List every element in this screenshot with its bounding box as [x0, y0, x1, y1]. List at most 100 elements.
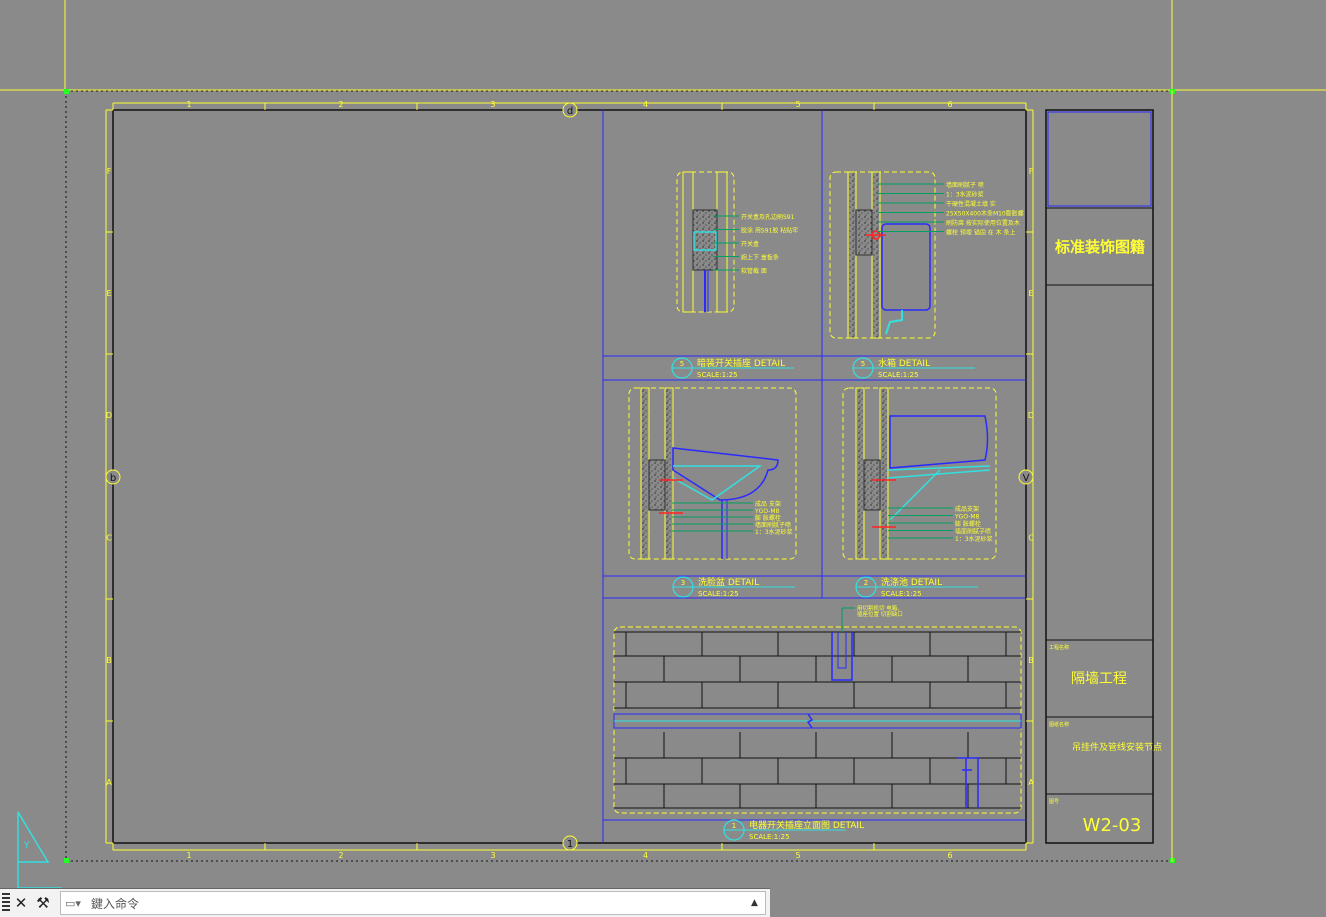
marker-bottom: 1: [562, 835, 578, 851]
detail-scale: SCALE:1:25: [697, 371, 738, 379]
detail-title-tag: 3 洗脸盆 DETAIL SCALE:1:25: [672, 576, 795, 598]
detail-number: 5: [861, 360, 865, 368]
detail-title-tag: 5 暗装开关插座 DETAIL SCALE:1:25: [671, 357, 794, 379]
note-text: 25X50X400木条M10膨胀螺: [946, 210, 1024, 218]
row-label: C: [1028, 534, 1034, 543]
svg-text:V: V: [1023, 473, 1030, 484]
note-text: 成品 支架: [755, 500, 781, 508]
detail-scale: SCALE:1:25: [878, 371, 919, 379]
svg-text:1: 1: [567, 839, 573, 850]
detail-title: 暗装开关插座 DETAIL: [697, 357, 785, 369]
note-text: 螺栓 预埋 锚固 在 木 条上: [946, 229, 1016, 237]
col-label: 5: [795, 100, 800, 109]
close-icon[interactable]: ✕: [10, 891, 32, 915]
note-text: 1：3水泥砂浆: [946, 191, 984, 199]
note-text: 膨 胀螺栓: [955, 520, 981, 528]
note-text: 干硬性混凝土填 实: [946, 200, 996, 208]
detail-number: 1: [732, 822, 736, 830]
history-arrow-icon[interactable]: ▲: [751, 898, 765, 908]
prompt-icon[interactable]: ▭▾: [61, 897, 91, 910]
row-label: E: [106, 289, 111, 298]
detail-sink-notes: 成品支架YGO-M8膨 胀螺栓墙面刷腻子喷1：3水泥砂浆: [888, 505, 993, 543]
marker-left: b: [105, 469, 121, 485]
title-block-project-label: 工程名称: [1049, 644, 1069, 651]
col-label: 3: [490, 851, 495, 860]
col-label: 6: [947, 100, 952, 109]
ucs-icon: Y: [17, 811, 62, 889]
title-block-drawing: 吊挂件及管线安装节点: [1072, 741, 1162, 753]
col-label: 3: [490, 100, 495, 109]
note-text: 开关盒及孔边刷S91: [741, 213, 795, 221]
note-text: YGO-M8: [954, 514, 980, 521]
detail-elevation-drawing: [613, 626, 1022, 814]
note-text: 成品支架: [955, 505, 979, 513]
command-input[interactable]: ▭▾ 鍵入命令 ▲: [60, 891, 766, 915]
detail-scale: SCALE:1:25: [698, 590, 739, 598]
marker-right: V: [1018, 469, 1034, 485]
title-block-number-label: 图号: [1049, 799, 1059, 805]
note-text: 1：3水泥砂浆: [955, 535, 993, 543]
note-text: 开关盒: [741, 240, 759, 248]
svg-text:b: b: [110, 473, 116, 484]
row-label: D: [106, 411, 112, 420]
note-text: YGO-M8: [754, 508, 780, 515]
note-text: 墙面刷腻子 喷: [946, 181, 984, 189]
page-extent-lines: [0, 0, 1326, 91]
row-label: D: [1028, 411, 1034, 420]
detail-tank-drawing: [829, 171, 936, 339]
detail-title: 洗脸盆 DETAIL: [698, 576, 759, 588]
note-text: 软管截 面: [741, 267, 767, 275]
detail-switch-notes: 开关盒及孔边刷S91 胶涂 用S91胶 粘贴牢开关盒跑上下 盖板条软管截 面: [713, 213, 798, 275]
col-label: 2: [338, 100, 343, 109]
note-text: 墙面刷腻子喷: [955, 528, 991, 536]
row-label: C: [106, 534, 112, 543]
note-text: 插座位置 切割缺口: [857, 610, 903, 618]
row-label: A: [106, 778, 112, 787]
drawing-canvas[interactable]: 1 1 2 2 3 3 4 4 5 5 6 6 F F E E D D C C B B A A d b V 1 开关盒及孔边刷…: [0, 0, 1326, 916]
title-block-number: W2-03: [1083, 815, 1142, 836]
row-label: F: [107, 167, 112, 176]
row-label: B: [106, 656, 112, 665]
col-label: 1: [186, 851, 191, 860]
marker-top: d: [562, 102, 578, 118]
paper-dotted-border: [65, 90, 1173, 862]
note-text: 胶涂 用S91胶 粘贴牢: [741, 227, 798, 235]
grid-ticks: [105, 102, 1034, 851]
row-label: F: [1029, 167, 1034, 176]
col-label: 6: [947, 851, 952, 860]
note-text: 用切割机切 电箱、: [857, 604, 903, 612]
note-text: 跑上下 盖板条: [741, 254, 779, 262]
note-text: 1：3水泥砂浆: [755, 528, 793, 536]
detail-scale: SCALE:1:25: [749, 833, 790, 841]
command-placeholder: 鍵入命令: [91, 896, 140, 911]
detail-title-tag: 2 洗涤池 DETAIL SCALE:1:25: [855, 576, 978, 598]
svg-text:d: d: [567, 106, 573, 117]
col-label: 1: [186, 100, 191, 109]
detail-elevation-notes: 用切割机切 电箱、插座位置 切割缺口: [841, 604, 903, 632]
note-text: 刷防腐 按实际使用位置及木: [946, 219, 1020, 227]
detail-tank-notes: 墙面刷腻子 喷 1：3水泥砂浆干硬性混凝土填 实 25X50X400木条M10膨胀螺…: [878, 181, 1024, 237]
col-label: 5: [795, 851, 800, 860]
row-label: E: [1028, 289, 1033, 298]
command-bar: ✕ ⚒ ▭▾ 鍵入命令 ▲: [0, 888, 770, 917]
wrench-icon[interactable]: ⚒: [32, 891, 54, 915]
detail-number: 2: [864, 579, 868, 587]
detail-number: 5: [680, 360, 684, 368]
detail-switch-drawing: [676, 171, 735, 313]
note-text: 墙面刷腻子喷: [755, 521, 791, 529]
detail-title-tag: 5 水箱 DETAIL SCALE:1:25: [852, 357, 975, 379]
title-block-drawing-label: 图纸名称: [1049, 721, 1069, 728]
col-label: 2: [338, 851, 343, 860]
col-label: 4: [643, 851, 648, 860]
detail-title: 洗涤池 DETAIL: [881, 576, 942, 588]
detail-basin-notes: 成品 支架YGO-M8膨 胀螺栓墙面刷腻子喷1：3水泥砂浆: [672, 500, 793, 536]
detail-title: 电器开关插座立面图 DETAIL: [749, 819, 864, 831]
title-block-company: 标准装饰图籍: [1054, 238, 1145, 256]
note-text: 膨 胀螺栓: [755, 514, 781, 522]
detail-scale: SCALE:1:25: [881, 590, 922, 598]
command-bar-grip[interactable]: [2, 893, 10, 913]
title-block-project: 隔墙工程: [1071, 671, 1127, 687]
row-label: A: [1028, 778, 1034, 787]
drawing-frame: [112, 109, 1027, 844]
detail-title: 水箱 DETAIL: [878, 357, 930, 369]
